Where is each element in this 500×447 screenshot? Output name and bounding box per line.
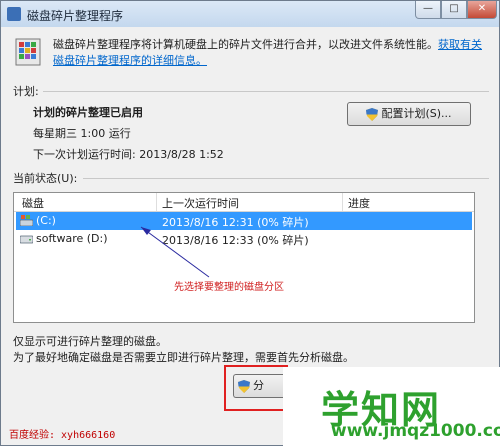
- maximize-button[interactable]: □: [441, 1, 467, 19]
- column-disk[interactable]: 磁盘: [22, 195, 44, 211]
- configure-schedule-label: 配置计划(S)...: [381, 107, 452, 120]
- column-separator: [156, 193, 157, 211]
- drive-icon: [20, 235, 33, 244]
- disk-last-run: 2013/8/16 12:31 (0% 碎片): [162, 216, 309, 229]
- defrag-icon: [15, 38, 41, 66]
- disk-list[interactable]: 磁盘 上一次运行时间 进度 (C:) 2013/8/16 12:31 (0% 碎…: [13, 192, 475, 323]
- intro-description: 磁盘碎片整理程序将计算机硬盘上的碎片文件进行合并，以改进文件系统性能。获取有关磁…: [53, 37, 483, 69]
- column-last-run[interactable]: 上一次运行时间: [162, 195, 239, 211]
- defrag-window: 磁盘碎片整理程序 — □ ✕ 磁盘碎片整理程序将计算机硬盘上的碎片文件进行合并，…: [0, 0, 500, 447]
- disk-list-header: 磁盘 上一次运行时间 进度: [14, 193, 474, 212]
- close-button[interactable]: ✕: [467, 1, 497, 19]
- disk-name: software (D:): [36, 232, 108, 245]
- shield-icon: [366, 107, 379, 121]
- system-drive-icon: [20, 215, 33, 226]
- disk-last-run: 2013/8/16 12:33 (0% 碎片): [162, 234, 309, 247]
- status-section-label: 当前状态(U):: [13, 172, 78, 185]
- analyze-disk-label: 分: [253, 379, 264, 392]
- shield-icon: [238, 379, 250, 393]
- minimize-button[interactable]: —: [415, 1, 441, 19]
- source-note: 百度经验: xyh666160: [9, 430, 116, 441]
- info-line-2: 为了最好地确定磁盘是否需要立即进行碎片整理，需要首先分析磁盘。: [13, 351, 354, 364]
- info-line-1: 仅显示可进行碎片整理的磁盘。: [13, 335, 167, 348]
- schedule-next-run: 下一次计划运行时间: 2013/8/28 1:52: [33, 148, 224, 161]
- disk-row-d[interactable]: software (D:) 2013/8/16 12:33 (0% 碎片): [16, 230, 472, 248]
- status-divider: [83, 178, 489, 179]
- schedule-day: 每星期三 1:00 运行: [33, 127, 131, 140]
- disk-row-c[interactable]: (C:) 2013/8/16 12:31 (0% 碎片): [16, 212, 472, 230]
- intro-text: 磁盘碎片整理程序将计算机硬盘上的碎片文件进行合并，以改进文件系统性能。: [53, 38, 438, 51]
- schedule-section-label: 计划:: [13, 85, 39, 98]
- watermark-url: www.jmqz1000.com: [331, 421, 500, 441]
- column-separator: [342, 193, 343, 211]
- disk-name: (C:): [36, 214, 56, 227]
- column-progress[interactable]: 进度: [348, 195, 370, 211]
- defrag-app-icon: [7, 7, 21, 21]
- schedule-divider: [43, 91, 489, 92]
- schedule-heading: 计划的碎片整理已启用: [33, 106, 143, 119]
- window-title: 磁盘碎片整理程序: [27, 9, 124, 23]
- title-bar[interactable]: 磁盘碎片整理程序 — □ ✕: [1, 1, 499, 27]
- configure-schedule-button[interactable]: 配置计划(S)...: [347, 102, 471, 126]
- annotation-text: 先选择要整理的磁盘分区: [174, 282, 284, 293]
- analyze-disk-button[interactable]: 分: [233, 374, 285, 398]
